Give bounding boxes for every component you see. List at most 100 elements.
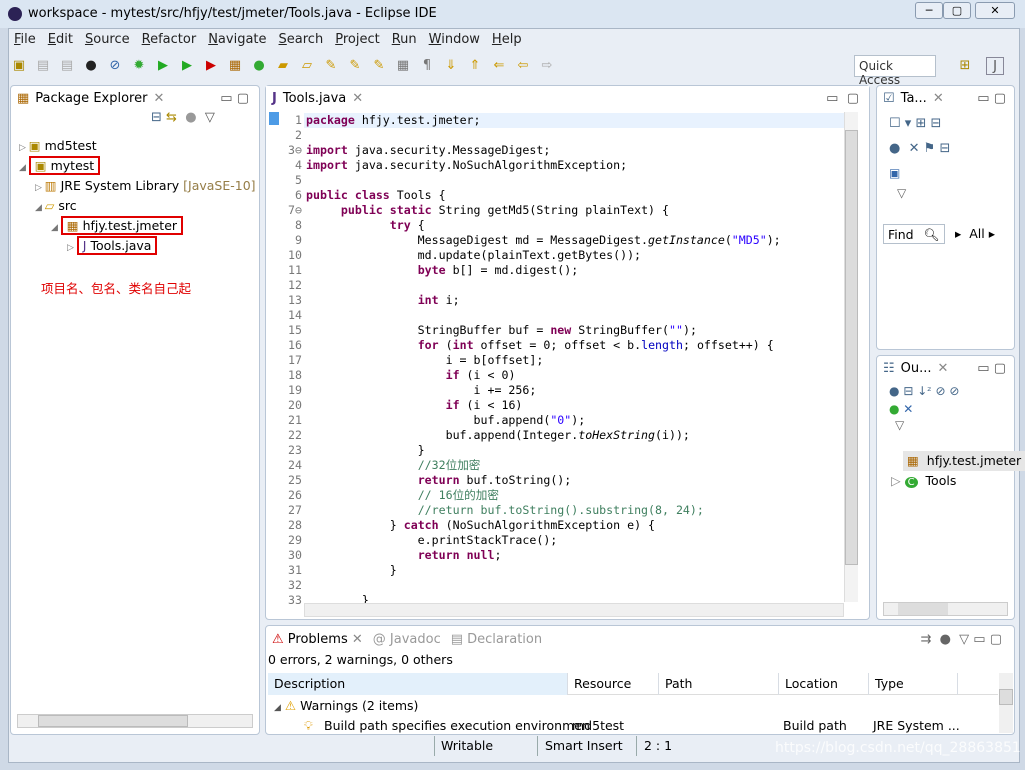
tree-item-md5test[interactable]: ▷ ▣ md5test <box>11 136 259 156</box>
outline-item-package[interactable]: ▦ hfjy.test.jmeter <box>903 451 1025 471</box>
close-view-icon[interactable]: ✕ <box>153 91 164 106</box>
warnings-group-row[interactable]: ◢ ⚠ Warnings (2 items) <box>274 696 418 716</box>
tree-item-src[interactable]: ◢ ▱ src <box>11 196 259 216</box>
menu-source[interactable]: Source <box>79 30 136 50</box>
tree-item-jre-system-library[interactable]: ▷ ▥ JRE System Library [JavaSE-10] <box>11 176 259 196</box>
view-menu-icon[interactable]: ▽ <box>877 186 1014 200</box>
open-perspective-icon[interactable]: ⊞ <box>956 57 974 75</box>
toggle-comment-icon[interactable]: ✎ <box>346 57 364 75</box>
view-menu-icon[interactable]: ▽ <box>877 416 1014 434</box>
menu-file[interactable]: File <box>8 30 42 50</box>
open-task-icon[interactable]: ▱ <box>298 57 316 75</box>
close-view-icon[interactable]: ✕ <box>938 361 949 376</box>
tree-item-mytest[interactable]: ◢ ▣ mytest <box>11 156 259 176</box>
editor-window-controls[interactable]: ▭ ▢ <box>826 91 859 106</box>
menu-window[interactable]: Window <box>423 30 486 50</box>
horizontal-scrollbar[interactable] <box>17 714 253 728</box>
tab-javadoc[interactable]: @ Javadoc <box>373 632 441 647</box>
block-select-icon[interactable]: ▦ <box>394 57 412 75</box>
search-icon[interactable]: ✎ <box>322 57 340 75</box>
tab-problems[interactable]: ⚠ Problems ✕ <box>272 632 363 647</box>
problems-toolbar[interactable]: ⇉ ● ▽ ▭ ▢ <box>920 632 1002 647</box>
minimize-view-icon[interactable]: ▭ ▢ <box>220 91 249 106</box>
new-task-icon[interactable]: ☐ <box>889 116 901 131</box>
tree-item-tools-java[interactable]: ▷ J Tools.java <box>11 236 259 256</box>
column-header-resource[interactable]: Resource <box>568 673 659 695</box>
scheduled-icon[interactable]: ▣ <box>877 160 1014 186</box>
link-with-editor-icon[interactable]: ⇆ <box>166 110 177 125</box>
save-icon[interactable]: ▤ <box>34 57 52 75</box>
last-edit-icon[interactable]: ⇐ <box>490 57 508 75</box>
package-explorer-tab[interactable]: ▦ Package Explorer ✕ ▭ ▢ <box>11 86 259 110</box>
expand-arrow-icon[interactable]: ◢ <box>51 223 61 233</box>
menu-navigate[interactable]: Navigate <box>202 30 272 50</box>
new-package-icon[interactable]: ▦ <box>226 57 244 75</box>
filter-icon[interactable]: ⊟ <box>931 116 942 131</box>
menu-search[interactable]: Search <box>273 30 330 50</box>
new-class-icon[interactable]: ● <box>250 57 268 75</box>
coverage-icon[interactable]: ▶ <box>178 57 196 75</box>
hide-nonpublic-icon[interactable]: ⊘ <box>949 384 959 398</box>
vertical-scrollbar[interactable] <box>844 112 858 602</box>
menu-run[interactable]: Run <box>386 30 423 50</box>
mark-occurrences-icon[interactable]: ✎ <box>370 57 388 75</box>
table-row[interactable]: 💡︎ Build path specifies execution enviro… <box>266 716 996 736</box>
menu-project[interactable]: Project <box>329 30 386 50</box>
save-all-icon[interactable]: ▤ <box>58 57 76 75</box>
expand-arrow-icon[interactable]: ◢ <box>19 163 29 173</box>
outline-tab[interactable]: ☷ Ou... ✕ ▭ ▢ <box>877 356 1014 380</box>
column-header-path[interactable]: Path <box>659 673 779 695</box>
focus-icon[interactable]: ⚑ <box>924 141 936 156</box>
all-filter[interactable]: ▸ All ▸ <box>955 226 995 241</box>
hide-icon[interactable]: ✕ <box>909 141 920 156</box>
outline-item-class[interactable]: ▷ C Tools <box>891 471 956 491</box>
editor-tab[interactable]: J Tools.java ✕ ▭ ▢ <box>266 86 869 110</box>
find-input[interactable]: Find 🔍︎ <box>883 224 945 244</box>
sort-icon[interactable]: ↓ᶻ <box>917 384 931 398</box>
skip-breakpoints-icon[interactable]: ⊘ <box>106 57 124 75</box>
filter-icon[interactable]: ● <box>185 110 196 125</box>
categorize-icon[interactable]: ⊞ <box>915 116 926 131</box>
expand-arrow-icon[interactable]: ▷ <box>19 143 29 153</box>
expand-arrow-icon[interactable]: ▷ <box>35 183 45 193</box>
tree-item-hfjy-test-jmeter[interactable]: ◢ ▦ hfjy.test.jmeter <box>11 216 259 236</box>
show-whitespace-icon[interactable]: ¶ <box>418 57 436 75</box>
collapse-icon[interactable]: ⊟ <box>939 141 950 156</box>
expand-arrow-icon[interactable]: ▷ <box>67 243 77 253</box>
hide-local-types-icon[interactable]: ● ✕ <box>877 402 1014 416</box>
column-header-description[interactable]: Description <box>268 673 568 695</box>
problems-scrollbar[interactable] <box>999 673 1013 733</box>
maximize-button[interactable]: ▢ <box>943 2 971 19</box>
task-list-tab[interactable]: ☑ Ta... ✕ ▭ ▢ <box>877 86 1014 110</box>
view-menu-icon[interactable]: ▽ <box>205 110 215 125</box>
forward-icon[interactable]: ⇨ <box>538 57 556 75</box>
close-view-icon[interactable]: ✕ <box>933 91 944 106</box>
external-tools-icon[interactable]: ▶ <box>202 57 220 75</box>
next-annotation-icon[interactable]: ⇓ <box>442 57 460 75</box>
editor-horizontal-scrollbar[interactable] <box>304 603 844 617</box>
profile-icon[interactable]: ● <box>82 57 100 75</box>
java-perspective-icon[interactable]: J <box>986 57 1004 75</box>
column-header-type[interactable]: Type <box>869 673 958 695</box>
open-type-icon[interactable]: ▰ <box>274 57 292 75</box>
expand-arrow-icon[interactable]: ◢ <box>35 203 45 213</box>
collapse-icon[interactable]: ● <box>889 384 899 398</box>
view-controls[interactable]: ▭ ▢ <box>977 91 1006 106</box>
hide-static-icon[interactable]: ⊘ <box>935 384 945 398</box>
close-button[interactable]: ✕ <box>975 2 1015 19</box>
minimize-button[interactable]: ─ <box>915 2 943 19</box>
tab-declaration[interactable]: ▤ Declaration <box>451 632 542 647</box>
menu-refactor[interactable]: Refactor <box>136 30 203 50</box>
close-tab-icon[interactable]: ✕ <box>352 91 363 106</box>
sync-icon[interactable]: ● <box>889 141 900 156</box>
code-area[interactable]: package hfjy.test.jmeter; import java.sec… <box>306 113 841 603</box>
prev-annotation-icon[interactable]: ⇑ <box>466 57 484 75</box>
hide-fields-icon[interactable]: ⊟ <box>903 384 913 398</box>
run-icon[interactable]: ▶ <box>154 57 172 75</box>
collapse-all-icon[interactable]: ⊟ <box>151 110 162 125</box>
menu-edit[interactable]: Edit <box>42 30 79 50</box>
outline-scrollbar[interactable] <box>883 602 1008 616</box>
back-icon[interactable]: ⇦ <box>514 57 532 75</box>
view-controls[interactable]: ▭ ▢ <box>977 361 1006 376</box>
column-header-location[interactable]: Location <box>779 673 869 695</box>
